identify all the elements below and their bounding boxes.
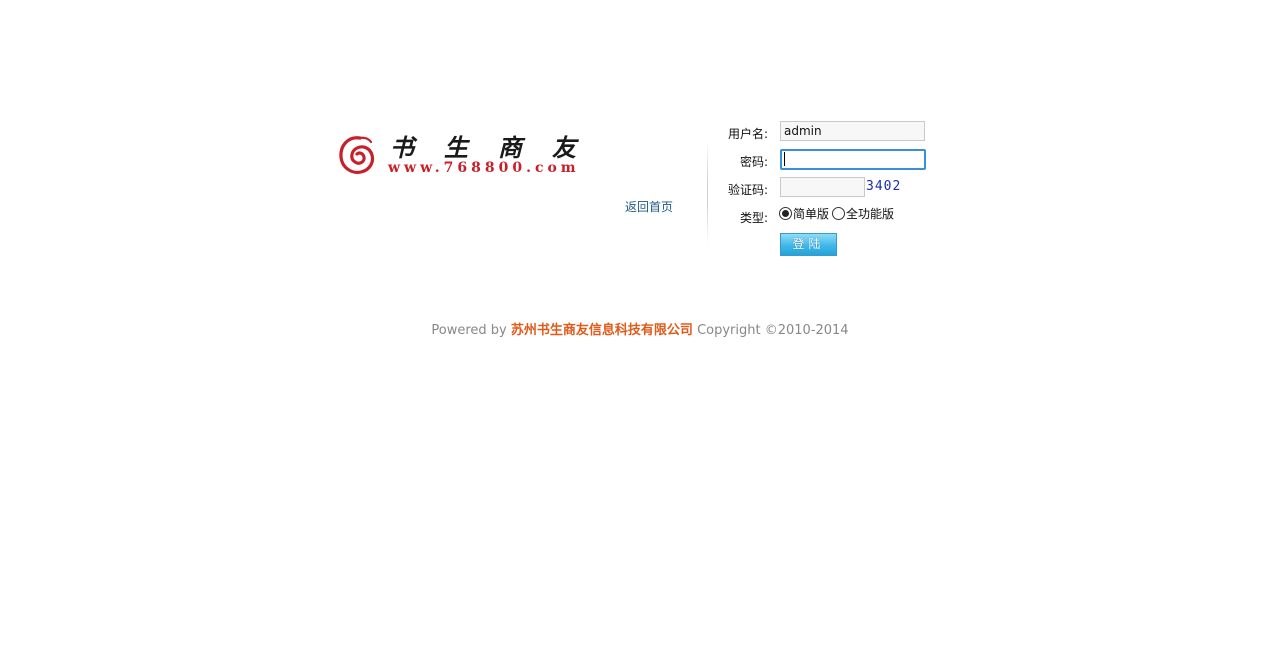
footer-copyright: Copyright ©2010-2014	[697, 323, 849, 338]
logo-brand-text: 书生商友	[390, 133, 606, 162]
footer-company-name: 苏州书生商友信息科技有限公司	[510, 323, 693, 338]
simple-version-radio[interactable]	[779, 207, 792, 220]
captcha-image[interactable]: 3402	[866, 179, 901, 194]
simple-version-label[interactable]: 简单版	[793, 205, 829, 222]
username-input[interactable]	[780, 121, 925, 141]
type-radio-group: 简单版 全功能版	[779, 205, 897, 222]
swirl-logo-icon	[339, 136, 375, 174]
captcha-input[interactable]	[780, 177, 865, 197]
full-version-radio[interactable]	[832, 207, 846, 220]
captcha-label: 验证码:	[727, 183, 768, 197]
password-input[interactable]	[780, 149, 926, 170]
logo-url-text: www.768800.com	[388, 160, 580, 176]
login-page: 书生商友 www.768800.com 返回首页 用户名: 密码: 验证码: 3…	[0, 0, 1280, 648]
footer: Powered by 苏州书生商友信息科技有限公司 Copyright ©201…	[0, 319, 1280, 338]
site-logo: 书生商友 www.768800.com	[338, 128, 588, 180]
return-home-link[interactable]: 返回首页	[625, 198, 673, 215]
password-label: 密码:	[739, 155, 768, 169]
login-button[interactable]: 登陆	[780, 233, 837, 256]
text-caret	[784, 152, 785, 166]
username-label: 用户名:	[727, 127, 768, 141]
footer-powered-by: Powered by	[431, 323, 507, 338]
full-version-label[interactable]: 全功能版	[846, 205, 894, 222]
type-label: 类型:	[739, 211, 768, 225]
